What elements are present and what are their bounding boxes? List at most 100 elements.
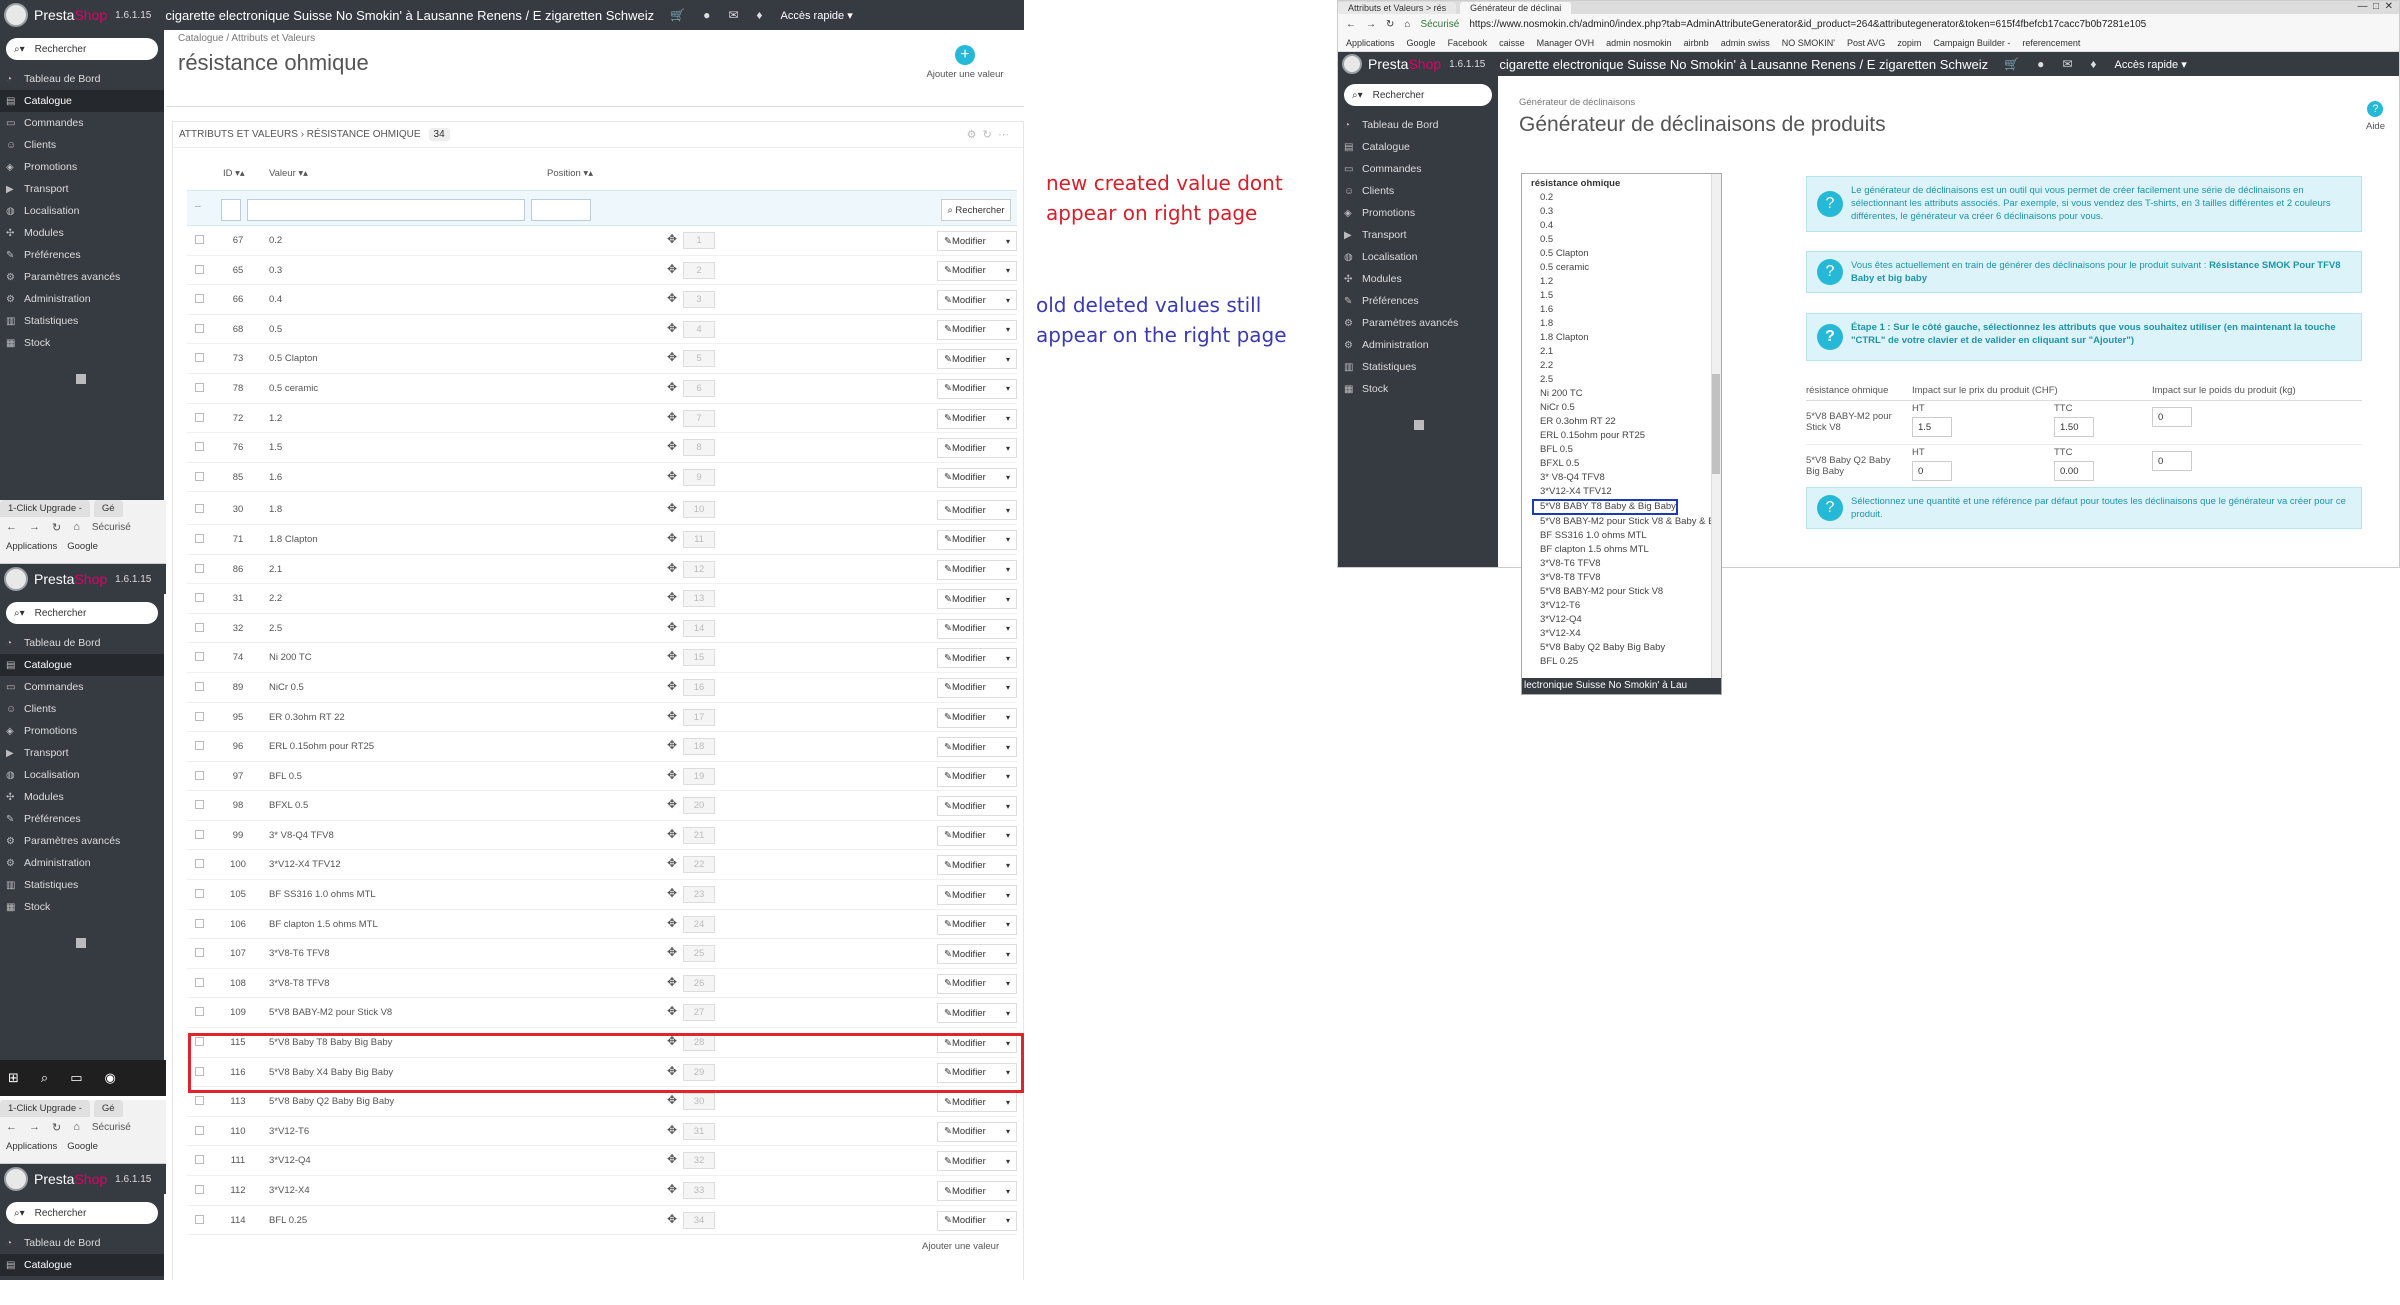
modify-button[interactable]: ✎ Modifier ▾ [937,1121,1017,1142]
modify-button[interactable]: ✎ Modifier ▾ [937,796,1017,817]
listbox-option[interactable]: 1.6 [1522,303,1721,317]
sidebar-item-transport[interactable]: ▶ Transport [0,742,164,764]
sidebar-search[interactable]: ⌕▾ Rechercher [6,602,158,624]
sidebar-collapse-icon[interactable] [1414,420,1424,430]
listbox-option[interactable]: 2.1 [1522,345,1721,359]
sidebar-item-dashboard[interactable]: ◔ Tableau de Bord [0,1232,164,1254]
column-position-header[interactable]: Position ▾▴ [547,168,593,179]
row-checkbox[interactable] [195,382,204,392]
bookmark-item[interactable]: zopim [1897,38,1921,48]
caret-down-icon[interactable]: ▾ [1006,683,1010,692]
sidebar-item-statistics[interactable]: ▥ Statistiques [0,310,164,332]
row-position[interactable]: 2 [683,261,715,279]
modify-button[interactable]: ✎ Modifier ▾ [937,1181,1017,1201]
drag-handle-icon[interactable]: ✥ [667,531,677,545]
forward-icon[interactable]: → [1366,19,1376,30]
row-position[interactable]: 8 [683,439,715,457]
caret-down-icon[interactable]: ▾ [1006,473,1010,482]
google-bookmark[interactable]: Google [67,1141,98,1152]
row-checkbox[interactable] [195,977,204,987]
listbox-option[interactable]: 3*V8-T8 TFV8 [1522,571,1721,585]
caret-down-icon[interactable]: ▾ [1006,266,1010,275]
sidebar-item-transport[interactable]: ▶ Transport [0,178,164,200]
row-position[interactable]: 20 [683,797,715,815]
row-position[interactable]: 15 [683,649,715,667]
drag-handle-icon[interactable]: ✥ [667,679,677,693]
caret-down-icon[interactable]: ▾ [1006,1009,1010,1018]
row-checkbox[interactable] [195,264,204,274]
row-position[interactable]: 34 [683,1211,715,1229]
drag-handle-icon[interactable]: ✥ [667,709,677,723]
sidebar-item[interactable]: ◍ Localisation [1338,246,1498,268]
row-position[interactable]: 31 [683,1122,715,1140]
quick-access-menu[interactable]: Accès rapide ▾ [2115,58,2187,71]
listbox-option[interactable]: NiCr 0.5 [1522,401,1721,415]
row-position[interactable]: 4 [683,320,715,338]
row-checkbox[interactable] [195,504,204,514]
modify-button[interactable]: ✎ Modifier ▾ [937,885,1017,906]
forward-icon[interactable]: → [29,1121,40,1133]
listbox-option[interactable]: 1.2 [1522,275,1721,289]
listbox-option[interactable]: Ni 200 TC [1522,387,1721,401]
modify-button[interactable]: ✎ Modifier ▾ [937,825,1017,846]
sidebar-item[interactable]: ▦ Stock [1338,378,1498,400]
row-position[interactable]: 22 [683,856,715,874]
reload-icon[interactable]: ↻ [52,521,61,534]
sidebar-item[interactable]: ✣ Modules [1338,268,1498,290]
listbox-option[interactable]: BFL 0.5 [1522,443,1721,457]
row-position[interactable]: 10 [683,501,715,519]
caret-down-icon[interactable]: ▾ [1006,1127,1010,1136]
row-checkbox[interactable] [195,471,204,481]
drag-handle-icon[interactable]: ✥ [667,1093,677,1107]
sidebar-search[interactable]: ⌕▾ Rechercher [6,1202,158,1224]
caret-down-icon[interactable]: ▾ [1006,355,1010,364]
sidebar-item-administration[interactable]: ⚙ Administration [0,288,164,310]
row-position[interactable]: 24 [683,915,715,933]
drag-handle-icon[interactable]: ✥ [667,350,677,364]
row-checkbox[interactable] [195,593,204,603]
listbox-option[interactable]: 3* V8-Q4 TFV8 [1522,471,1721,485]
drag-handle-icon[interactable]: ✥ [667,1212,677,1226]
bookmark-item[interactable]: Manager OVH [1537,38,1595,48]
bookmark-item[interactable]: Campaign Builder - [1933,38,2010,48]
sidebar-item-dashboard[interactable]: ◔ Tableau de Bord [0,68,164,90]
sidebar-item-orders[interactable]: ▭ Commandes [0,112,164,134]
home-icon[interactable]: ⌂ [73,521,80,533]
sidebar-item[interactable]: ▥ Statistiques [1338,356,1498,378]
drag-handle-icon[interactable]: ✥ [667,649,677,663]
listbox-option[interactable]: 3*V12-X4 [1522,627,1721,641]
modify-button[interactable]: ✎ Modifier ▾ [937,589,1017,610]
sidebar-item[interactable]: ⚙ Administration [1338,334,1498,356]
caret-down-icon[interactable]: ▾ [1006,414,1010,423]
browser-tab[interactable]: 1-Click Upgrade - [0,1100,90,1117]
shop-name[interactable]: cigarette electronique Suisse No Smokin'… [165,8,654,23]
drag-handle-icon[interactable]: ✥ [667,1004,677,1018]
row-checkbox[interactable] [195,235,204,244]
caret-down-icon[interactable]: ▾ [1006,713,1010,722]
drag-handle-icon[interactable]: ✥ [667,827,677,841]
row-checkbox[interactable] [195,533,204,543]
apps-bookmark[interactable]: Applications [6,1141,57,1152]
row-position[interactable]: 17 [683,708,715,726]
sidebar-item-customers[interactable]: ☺ Clients [0,134,164,156]
row-checkbox[interactable] [195,442,204,452]
modify-button[interactable]: ✎ Modifier ▾ [937,973,1017,994]
row-checkbox[interactable] [195,353,204,363]
drag-handle-icon[interactable]: ✥ [667,380,677,394]
caret-down-icon[interactable]: ▾ [1006,624,1010,633]
sidebar-item[interactable]: ◈ Promotions [1338,202,1498,224]
modify-button[interactable]: ✎ Modifier ▾ [937,408,1017,429]
add-value-button[interactable]: + Ajouter une valeur [920,45,1010,80]
row-position[interactable]: 13 [683,590,715,608]
back-icon[interactable]: ← [6,1121,17,1133]
caret-down-icon[interactable]: ▾ [1006,802,1010,811]
url-field[interactable]: https://www.nosmokin.ch/admin0/index.php… [1469,19,2146,30]
sidebar-item-administration[interactable]: ⚙ Administration [0,852,164,874]
listbox-option[interactable]: 0.5 Clapton [1522,247,1721,261]
caret-down-icon[interactable]: ▾ [1006,444,1010,453]
filter-value-input[interactable] [247,199,525,221]
row-position[interactable]: 18 [683,738,715,756]
listbox-option[interactable]: 1.5 [1522,289,1721,303]
caret-down-icon[interactable]: ▾ [1006,1187,1010,1196]
sidebar-item-orders[interactable]: ▭ Commandes [0,676,164,698]
